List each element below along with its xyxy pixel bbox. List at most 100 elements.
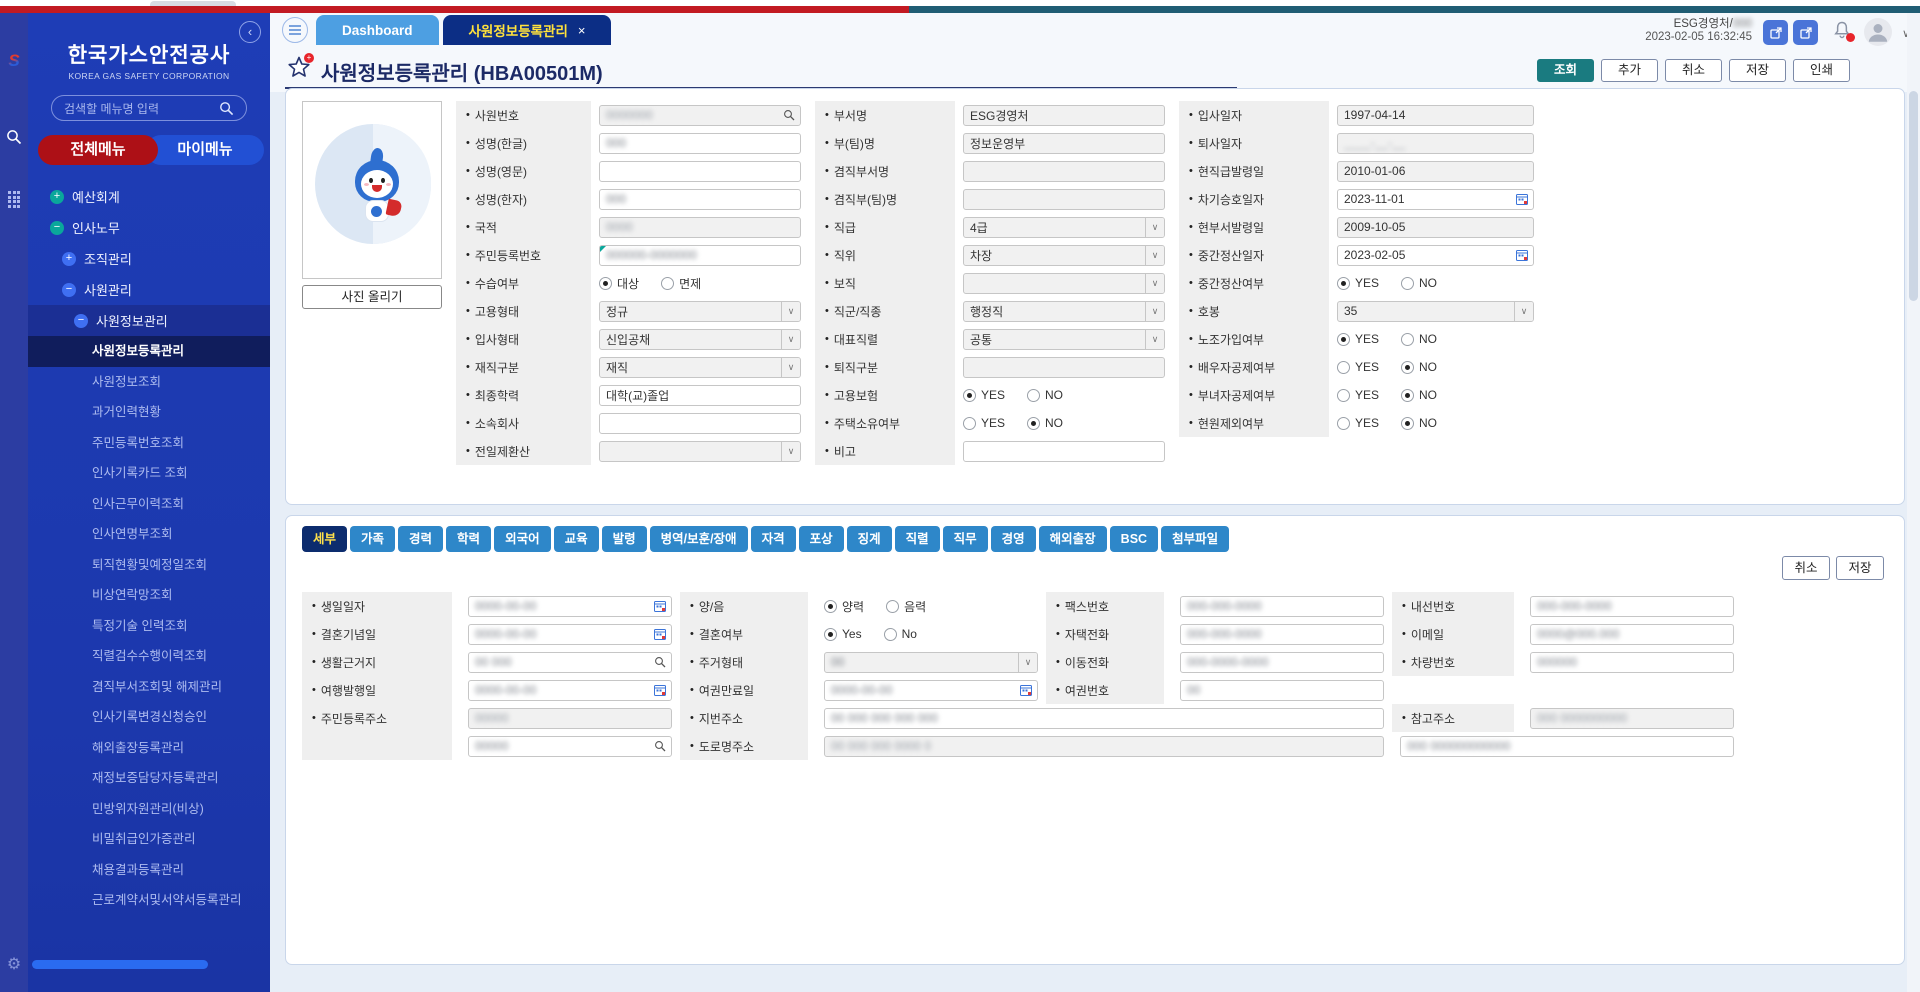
chevron-down-icon[interactable]: ∨ [1145, 330, 1164, 349]
content-tab[interactable]: 사원정보등록관리× [443, 15, 612, 45]
radio-selected-icon[interactable] [1337, 333, 1350, 346]
select-field[interactable]: 정규∨ [599, 301, 801, 322]
text-field[interactable]: ESG경영처 [963, 105, 1165, 126]
detail-tab[interactable]: 외국어 [494, 526, 551, 552]
radio-option[interactable]: YES [1337, 332, 1379, 346]
tree-node[interactable]: −사원정보관리 [28, 305, 270, 336]
radio-option[interactable]: NO [1027, 388, 1063, 402]
radio-unselected-icon[interactable] [1401, 333, 1414, 346]
text-field[interactable] [963, 441, 1165, 462]
detail-action-button[interactable]: 저장 [1836, 556, 1884, 580]
action-button[interactable]: 취소 [1665, 59, 1722, 82]
menu-tab-my[interactable]: 마이메뉴 [146, 135, 264, 165]
radio-option[interactable]: YES [963, 416, 1005, 430]
radio-selected-icon[interactable] [1401, 417, 1414, 430]
radio-option[interactable]: NO [1401, 332, 1437, 346]
radio-option[interactable]: NO [1401, 276, 1437, 290]
collapse-minus-icon[interactable]: − [62, 283, 76, 297]
sidebar-collapse-icon[interactable]: ‹ [239, 21, 261, 43]
text-field[interactable]: 000000 [1530, 652, 1734, 673]
tree-node[interactable]: +조직관리 [28, 243, 270, 274]
radio-option[interactable]: NO [1401, 416, 1437, 430]
radio-selected-icon[interactable] [824, 628, 837, 641]
radio-unselected-icon[interactable] [884, 628, 897, 641]
expand-plus-icon[interactable]: + [50, 190, 64, 204]
detail-tab[interactable]: 포상 [799, 526, 844, 552]
text-field[interactable]: 00 [1180, 680, 1384, 701]
text-field[interactable]: 1997-04-14 [1337, 105, 1534, 126]
detail-tab[interactable]: 자격 [751, 526, 796, 552]
detail-tab[interactable]: 첨부파일 [1161, 526, 1229, 552]
radio-option[interactable]: YES [1337, 360, 1379, 374]
external-link-icon[interactable] [1763, 20, 1788, 45]
search-icon[interactable] [6, 129, 22, 145]
sidebar-item[interactable]: 과거인력현황 [28, 397, 270, 428]
action-button[interactable]: 저장 [1729, 59, 1786, 82]
content-tab[interactable]: Dashboard [316, 15, 439, 45]
radio-selected-icon[interactable] [963, 389, 976, 402]
detail-tab[interactable]: 세부 [302, 526, 347, 552]
chevron-down-icon[interactable]: ∨ [781, 358, 800, 377]
sidebar-item[interactable]: 인사기록카드 조회 [28, 458, 270, 489]
sidebar-item[interactable]: 근로계약서및서약서등록관리 [28, 885, 270, 916]
page-scrollbar-thumb[interactable] [1909, 91, 1918, 301]
text-field[interactable] [963, 357, 1165, 378]
date-field[interactable]: 2023-02-05 [1337, 245, 1534, 266]
sidebar-item[interactable]: 특정기술 인력조회 [28, 611, 270, 642]
text-field[interactable]: 정보운영부 [963, 133, 1165, 154]
text-field[interactable]: 000 [599, 189, 801, 210]
close-icon[interactable]: × [578, 23, 586, 38]
date-field[interactable]: 0000-00-00 [468, 596, 672, 617]
sidebar-item[interactable]: 채용결과등록관리 [28, 855, 270, 886]
sidebar-item[interactable]: 겸직부서조회및 해제관리 [28, 672, 270, 703]
radio-unselected-icon[interactable] [661, 277, 674, 290]
radio-option[interactable]: NO [1401, 388, 1437, 402]
sidebar-horizontal-scrollbar[interactable] [32, 960, 208, 969]
expand-plus-icon[interactable]: + [62, 252, 76, 266]
page-scrollbar[interactable] [1907, 13, 1920, 992]
select-field[interactable]: 4급∨ [963, 217, 1165, 238]
app-grid-icon[interactable] [8, 191, 20, 208]
sidebar-item[interactable]: 인사기록변경신청승인 [28, 702, 270, 733]
radio-unselected-icon[interactable] [1337, 389, 1350, 402]
text-field[interactable]: 000 000000000000 [1400, 736, 1734, 757]
detail-tab[interactable]: 병역/보훈/장애 [650, 526, 748, 552]
radio-option[interactable]: 대상 [599, 275, 639, 292]
radio-unselected-icon[interactable] [963, 417, 976, 430]
chevron-down-icon[interactable]: ∨ [1145, 274, 1164, 293]
radio-option[interactable]: NO [1401, 360, 1437, 374]
text-field[interactable]: 00 000 000 0000 0 [824, 736, 1384, 757]
select-field[interactable]: 35∨ [1337, 301, 1534, 322]
sidebar-item[interactable]: 비상연락망조회 [28, 580, 270, 611]
text-field[interactable]: 0000 [599, 217, 801, 238]
sidebar-item[interactable]: 주민등록번호조회 [28, 428, 270, 459]
detail-tab[interactable]: 직렬 [895, 526, 940, 552]
sidebar-item[interactable]: 퇴직현황및예정일조회 [28, 550, 270, 581]
text-field[interactable]: ____-__-__ [1337, 133, 1534, 154]
select-field[interactable]: 00∨ [824, 652, 1038, 673]
chevron-down-icon[interactable]: ∨ [1018, 653, 1037, 672]
chevron-down-icon[interactable]: ∨ [1145, 218, 1164, 237]
radio-unselected-icon[interactable] [1337, 361, 1350, 374]
radio-option[interactable]: 면제 [661, 275, 701, 292]
radio-selected-icon[interactable] [1337, 277, 1350, 290]
radio-unselected-icon[interactable] [886, 600, 899, 613]
select-field[interactable]: ∨ [963, 273, 1165, 294]
text-field[interactable]: 000-000-0000 [1180, 596, 1384, 617]
detail-tab[interactable]: 해외출장 [1039, 526, 1107, 552]
chevron-down-icon[interactable]: ∨ [1145, 246, 1164, 265]
text-field[interactable] [963, 161, 1165, 182]
sidebar-item[interactable]: 해외출장등록관리 [28, 733, 270, 764]
text-field[interactable]: 000 [599, 133, 801, 154]
sidebar-item[interactable]: 직렬검수수행이력조회 [28, 641, 270, 672]
detail-action-button[interactable]: 취소 [1782, 556, 1830, 580]
detail-tab[interactable]: 직무 [943, 526, 988, 552]
text-field[interactable]: 000000-0000000 [599, 245, 801, 266]
radio-option[interactable]: 음력 [886, 598, 926, 615]
sidebar-item[interactable]: 사원정보등록관리 [28, 336, 270, 367]
favorite-star-icon[interactable]: + [287, 55, 311, 79]
detail-tab[interactable]: BSC [1110, 526, 1158, 552]
detail-tab[interactable]: 학력 [446, 526, 491, 552]
select-field[interactable]: 공통∨ [963, 329, 1165, 350]
radio-selected-icon[interactable] [824, 600, 837, 613]
